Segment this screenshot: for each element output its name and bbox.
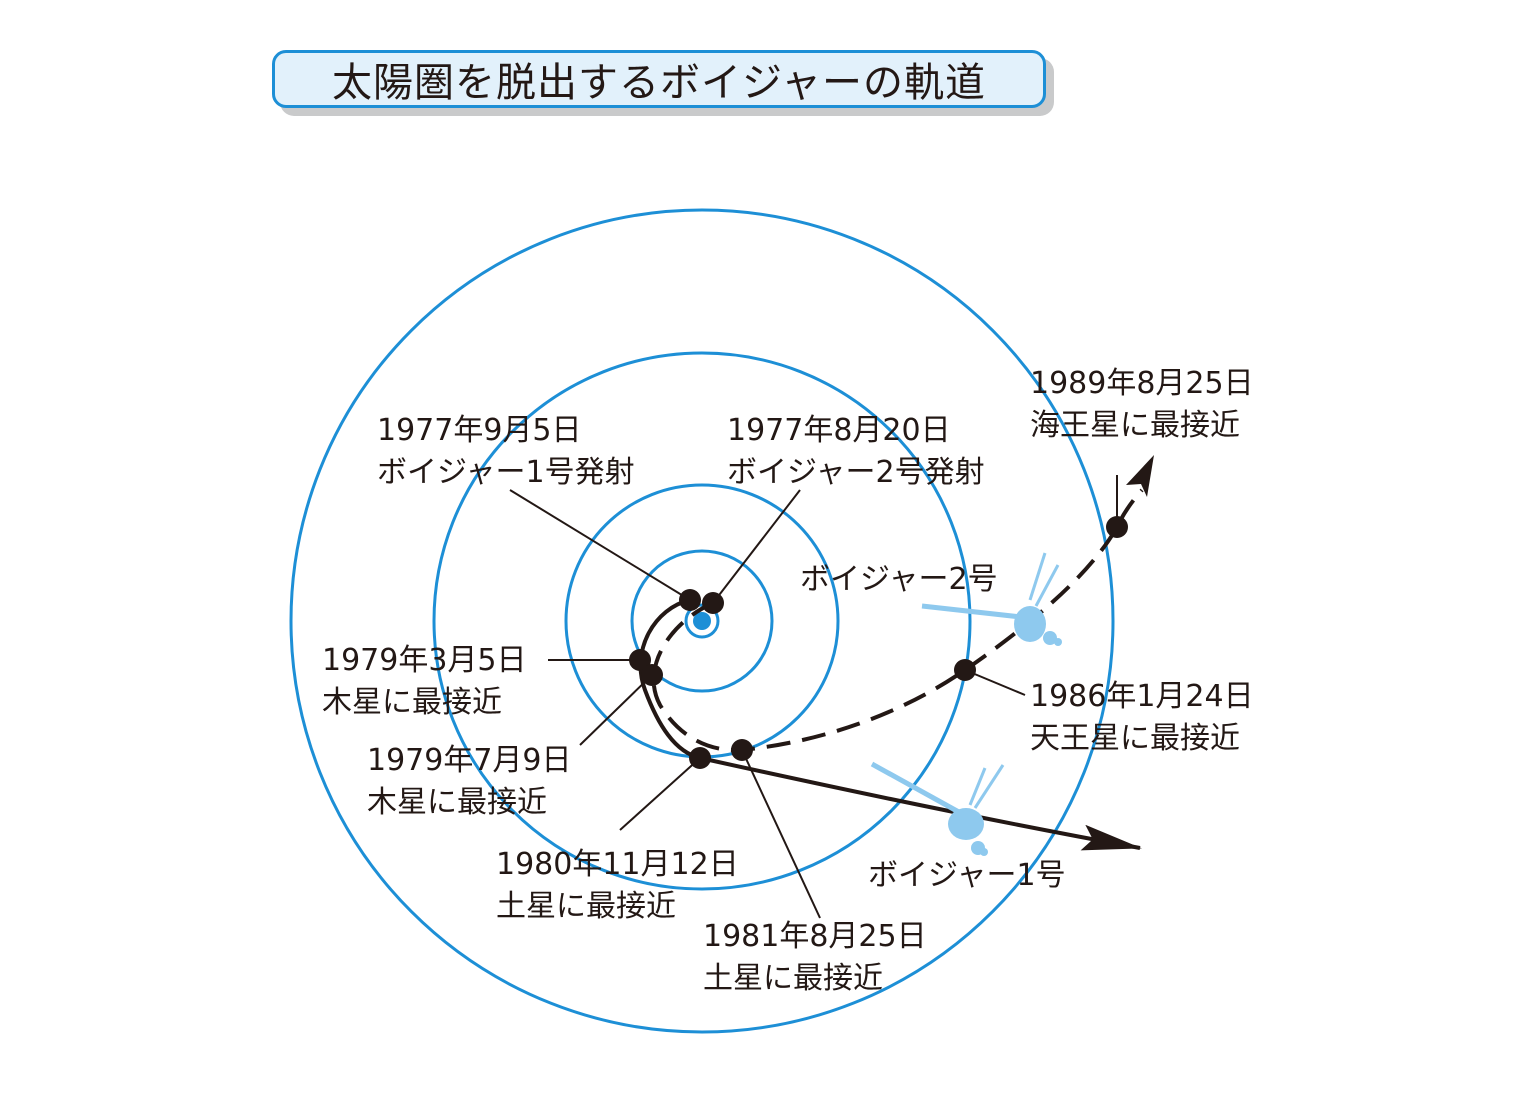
marker-v1-saturn (689, 747, 711, 769)
marker-v2-uranus (954, 659, 976, 681)
label-v1-launch-date: 1977年9月5日 (377, 413, 582, 448)
label-v2-jupiter-event: 木星に最接近 (367, 785, 547, 820)
label-v1-saturn-event: 土星に最接近 (496, 889, 676, 924)
marker-v2-saturn (731, 739, 753, 761)
label-v2-uranus-event: 天王星に最接近 (1030, 721, 1240, 756)
label-voyager2: ボイジャー2号 (800, 562, 998, 597)
label-v2-saturn-date: 1981年8月25日 (703, 919, 927, 954)
label-voyager1: ボイジャー1号 (868, 858, 1066, 893)
label-v1-launch-event: ボイジャー1号発射 (377, 455, 635, 490)
leader-v2-jupiter (579, 674, 653, 746)
label-v1-jupiter-date: 1979年3月5日 (322, 643, 527, 678)
marker-v1-launch (679, 589, 701, 611)
label-v2-launch-event: ボイジャー2号発射 (727, 455, 985, 490)
voyager2-arrowhead (1126, 455, 1154, 497)
label-v2-uranus-date: 1986年1月24日 (1030, 679, 1254, 714)
label-v2-saturn-event: 土星に最接近 (703, 961, 883, 996)
marker-v2-neptune (1106, 516, 1128, 538)
label-v2-jupiter-date: 1979年7月9日 (367, 743, 572, 778)
orbit-diagram: 1977年9月5日 ボイジャー1号発射 1977年8月20日 ボイジャー2号発射… (289, 208, 1254, 1034)
marker-v2-jupiter (641, 664, 663, 686)
marker-v2-launch (702, 592, 724, 614)
label-v2-launch-date: 1977年8月20日 (727, 413, 951, 448)
label-v2-neptune-event: 海王星に最接近 (1030, 408, 1240, 443)
label-v2-neptune-date: 1989年8月25日 (1030, 366, 1254, 401)
leader-v1-saturn (619, 757, 701, 831)
label-v1-saturn-date: 1980年11月12日 (496, 847, 739, 882)
leader-v1-launch (509, 489, 691, 601)
labels: 1977年9月5日 ボイジャー1号発射 1977年8月20日 ボイジャー2号発射… (322, 366, 1254, 996)
leader-v2-launch (712, 489, 801, 604)
label-v1-jupiter-event: 木星に最接近 (322, 685, 502, 720)
